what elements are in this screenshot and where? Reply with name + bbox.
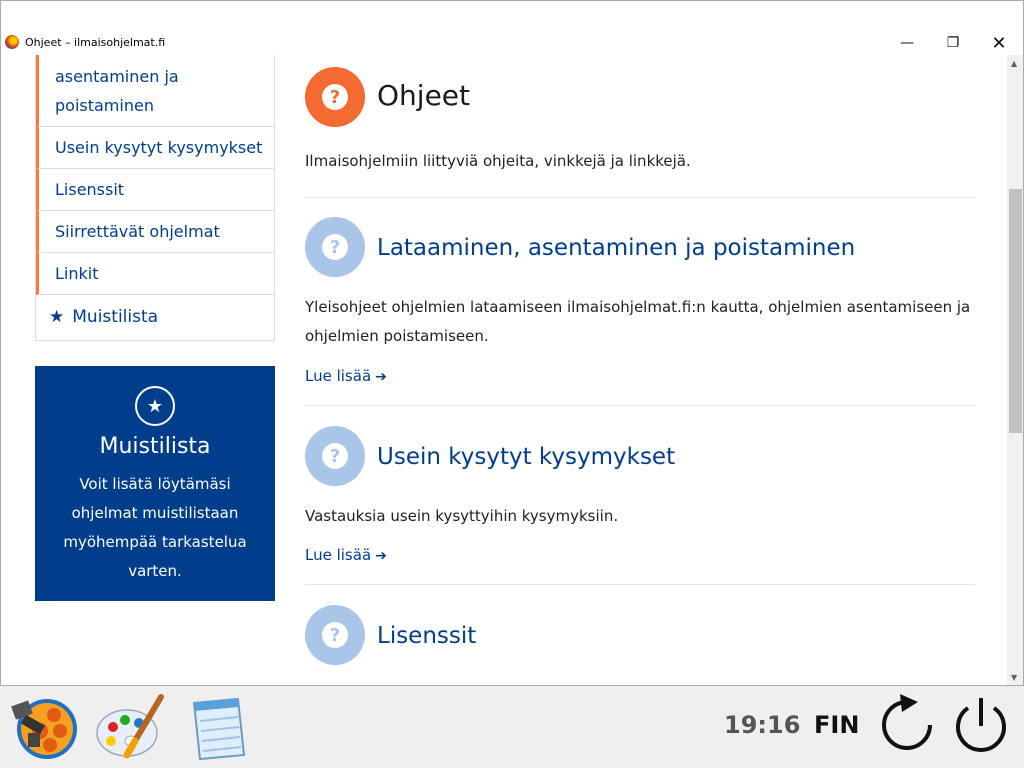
help-icon: ? xyxy=(305,605,365,665)
sidebar-item-label: Linkit xyxy=(55,264,99,283)
minimize-button[interactable]: — xyxy=(884,31,930,55)
page-viewport: asentaminen ja poistaminen Usein kysytyt… xyxy=(1,55,1007,685)
section-description: Yleisohjeet ohjelmien lataamiseen ilmais… xyxy=(305,298,971,345)
sidebar-item-portable[interactable]: Siirrettävät ohjelmat xyxy=(36,211,274,253)
sidebar-item-label: Muistilista xyxy=(72,307,159,327)
window-title: Ohjeet – ilmaisohjelmat.fi xyxy=(25,36,166,49)
arrow-right-icon: ➔ xyxy=(375,369,387,385)
section-title-licenses[interactable]: Lisenssit xyxy=(377,623,476,649)
sidebar-item-label: Lisenssit xyxy=(55,180,125,199)
section-title-faq[interactable]: Usein kysytyt kysymykset xyxy=(377,444,675,470)
promo-title: Muistilista xyxy=(99,434,211,459)
scrollbar-thumb[interactable] xyxy=(1009,189,1022,433)
scroll-down-icon[interactable]: ▼ xyxy=(1011,673,1017,682)
promo-text: Voit lisätä löytämäsi ohjelmat muistilis… xyxy=(63,475,247,580)
section-title-install[interactable]: Lataaminen, asentaminen ja poistaminen xyxy=(377,235,855,261)
sidebar-item-favorites[interactable]: ★ Muistilista xyxy=(36,295,274,340)
firefox-icon xyxy=(5,35,19,49)
browser-window: Ohjeet – ilmaisohjelmat.fi — ❐ ✕ asentam… xyxy=(0,0,1024,686)
sidebar-nav: asentaminen ja poistaminen Usein kysytyt… xyxy=(35,55,275,341)
file-manager-icon[interactable] xyxy=(10,693,80,761)
help-icon: ? xyxy=(305,217,365,277)
paint-icon[interactable] xyxy=(95,693,165,761)
sidebar-item-label: Usein kysytyt kysymykset xyxy=(55,138,263,157)
language-indicator[interactable]: FIN xyxy=(814,711,859,739)
sidebar-item-label: Siirrettävät ohjelmat xyxy=(55,222,220,241)
sidebar-item-licenses[interactable]: Lisenssit xyxy=(36,169,274,211)
scroll-up-icon[interactable]: ▲ xyxy=(1011,59,1017,68)
divider xyxy=(305,405,975,406)
taskbar: 19:16 FIN xyxy=(0,686,1024,768)
sidebar-item-install[interactable]: asentaminen ja poistaminen xyxy=(36,55,274,127)
read-more-link[interactable]: Lue lisää ➔ xyxy=(305,367,387,385)
star-icon: ★ xyxy=(49,307,65,327)
vertical-scrollbar[interactable]: ▲ ▼ xyxy=(1007,55,1023,685)
read-more-link[interactable]: Lue lisää ➔ xyxy=(305,546,387,564)
close-button[interactable]: ✕ xyxy=(976,31,1022,55)
favorites-promo: ★ Muistilista Voit lisätä löytämäsi ohje… xyxy=(35,366,275,601)
refresh-icon[interactable] xyxy=(876,694,938,756)
notepad-icon[interactable] xyxy=(180,693,250,761)
title-bar: Ohjeet – ilmaisohjelmat.fi — ❐ ✕ xyxy=(1,29,1023,55)
help-icon: ? xyxy=(305,426,365,486)
maximize-button[interactable]: ❐ xyxy=(930,31,976,55)
page-description: Ilmaisohjelmiin liittyviä ohjeita, vinkk… xyxy=(305,152,691,170)
page-title: Ohjeet xyxy=(377,79,470,112)
sidebar-item-faq[interactable]: Usein kysytyt kysymykset xyxy=(36,127,274,169)
sidebar-item-links[interactable]: Linkit xyxy=(36,253,274,295)
sidebar-item-label: asentaminen ja poistaminen xyxy=(55,67,179,115)
help-icon: ? xyxy=(305,67,365,127)
section-description: Vastauksia usein kysyttyihin kysymyksiin… xyxy=(305,507,619,525)
clock: 19:16 xyxy=(724,711,801,739)
star-icon: ★ xyxy=(135,386,175,426)
power-icon[interactable] xyxy=(950,694,1012,756)
arrow-right-icon: ➔ xyxy=(375,548,387,564)
divider xyxy=(305,584,975,585)
divider xyxy=(305,197,975,198)
